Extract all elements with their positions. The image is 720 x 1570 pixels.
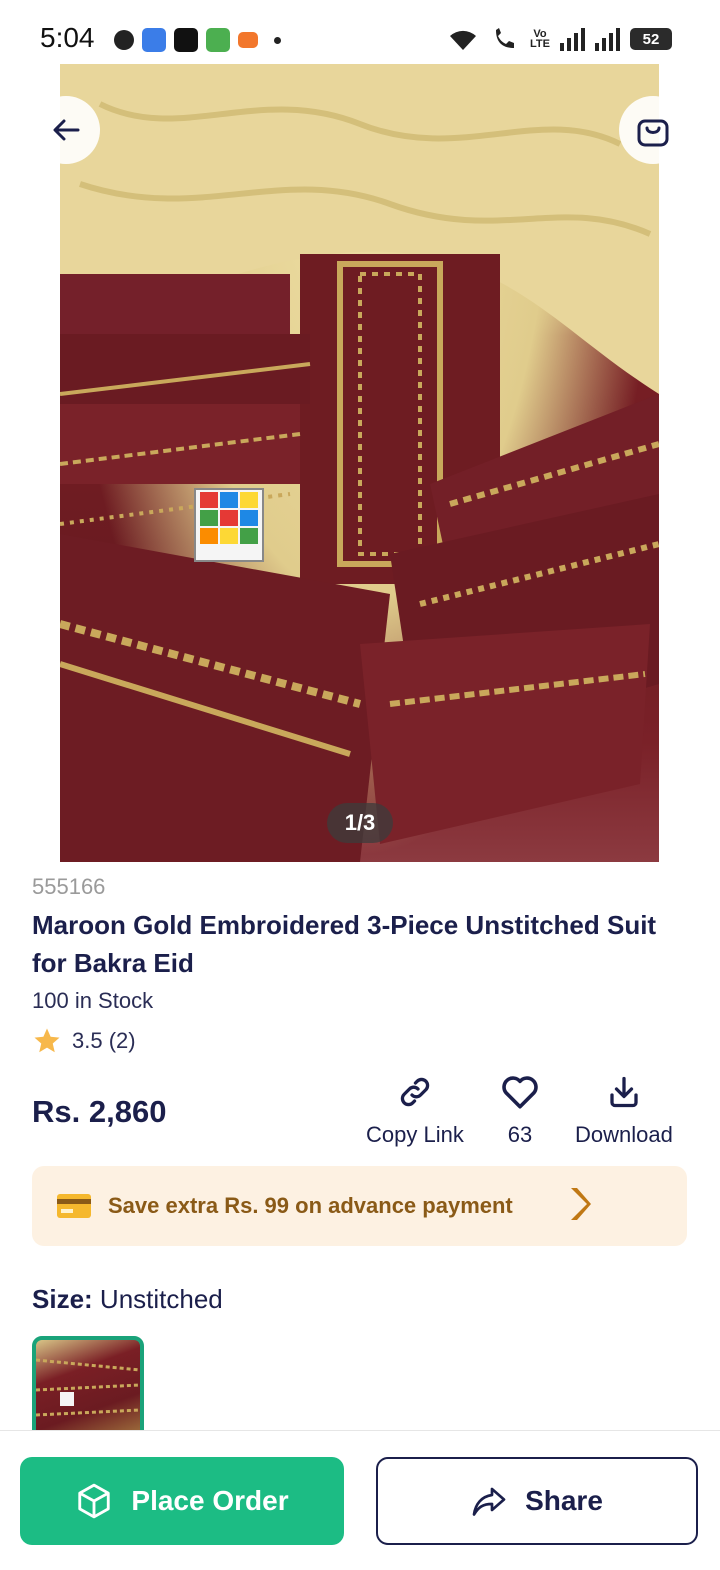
signal-strength-icon-2 bbox=[595, 27, 620, 51]
stock-status: 100 in Stock bbox=[32, 988, 154, 1013]
link-icon bbox=[400, 1077, 430, 1107]
wifi-icon bbox=[450, 30, 477, 50]
share-label: Share bbox=[525, 1485, 603, 1516]
package-icon bbox=[78, 1483, 111, 1519]
status-app-icons bbox=[114, 28, 281, 52]
status-time: 5:04 bbox=[40, 22, 95, 53]
size-value: Unstitched bbox=[92, 1284, 223, 1314]
like-count: 63 bbox=[507, 1122, 533, 1147]
product-photo bbox=[60, 64, 659, 862]
app-icon-blue bbox=[142, 28, 166, 52]
size-option-thumbnail[interactable] bbox=[32, 1336, 144, 1436]
wifi-call-icon bbox=[496, 28, 515, 48]
size-label: Size: bbox=[32, 1284, 93, 1314]
product-rating[interactable]: 3.5 (2) bbox=[32, 1026, 136, 1056]
copy-link-button[interactable]: Copy Link bbox=[366, 1074, 464, 1148]
image-pager-indicator: 1/3 bbox=[327, 803, 393, 843]
app-icon-orange bbox=[238, 32, 258, 48]
chat-app-icon bbox=[114, 30, 134, 50]
share-button[interactable]: Share bbox=[376, 1457, 698, 1545]
rating-value: 3.5 (2) bbox=[72, 1028, 136, 1053]
star-icon bbox=[34, 1028, 60, 1053]
back-button[interactable] bbox=[32, 96, 100, 164]
status-indicators: Vo LTE 52 bbox=[446, 26, 672, 52]
credit-card-icon bbox=[57, 1194, 91, 1218]
shopping-bag-icon bbox=[637, 119, 669, 147]
app-icon-green bbox=[206, 28, 230, 52]
advance-payment-banner[interactable]: Save extra Rs. 99 on advance payment bbox=[32, 1166, 687, 1246]
like-button[interactable]: 63 bbox=[500, 1074, 540, 1148]
volte-indicator: Vo LTE bbox=[530, 28, 550, 50]
download-button[interactable]: Download bbox=[575, 1074, 673, 1148]
notification-dot bbox=[274, 36, 281, 44]
download-label: Download bbox=[575, 1122, 673, 1147]
product-title: Maroon Gold Embroidered 3-Piece Unstitch… bbox=[32, 910, 657, 978]
bottom-action-bar: Place Order Share bbox=[0, 1430, 720, 1570]
copy-link-label: Copy Link bbox=[366, 1122, 464, 1147]
chevron-right-icon bbox=[571, 1188, 591, 1220]
product-sku: 555166 bbox=[32, 874, 106, 899]
product-image-gallery[interactable] bbox=[60, 64, 659, 862]
tiktok-icon bbox=[174, 28, 198, 52]
place-order-label: Place Order bbox=[131, 1485, 289, 1516]
back-arrow-icon bbox=[53, 119, 80, 141]
size-option-image bbox=[36, 1358, 140, 1417]
signal-strength-icon bbox=[560, 27, 585, 51]
size-heading: Size: Unstitched bbox=[32, 1284, 223, 1315]
download-icon bbox=[610, 1076, 638, 1108]
share-icon bbox=[472, 1487, 506, 1516]
heart-icon bbox=[502, 1076, 538, 1109]
cart-button[interactable] bbox=[619, 96, 687, 164]
promo-text: Save extra Rs. 99 on advance payment bbox=[108, 1193, 513, 1218]
product-price: Rs. 2,860 bbox=[32, 1094, 167, 1129]
status-bar: 5:04 Vo LTE 52 bbox=[0, 0, 720, 64]
battery-indicator: 52 bbox=[630, 28, 672, 50]
place-order-button[interactable]: Place Order bbox=[20, 1457, 344, 1545]
